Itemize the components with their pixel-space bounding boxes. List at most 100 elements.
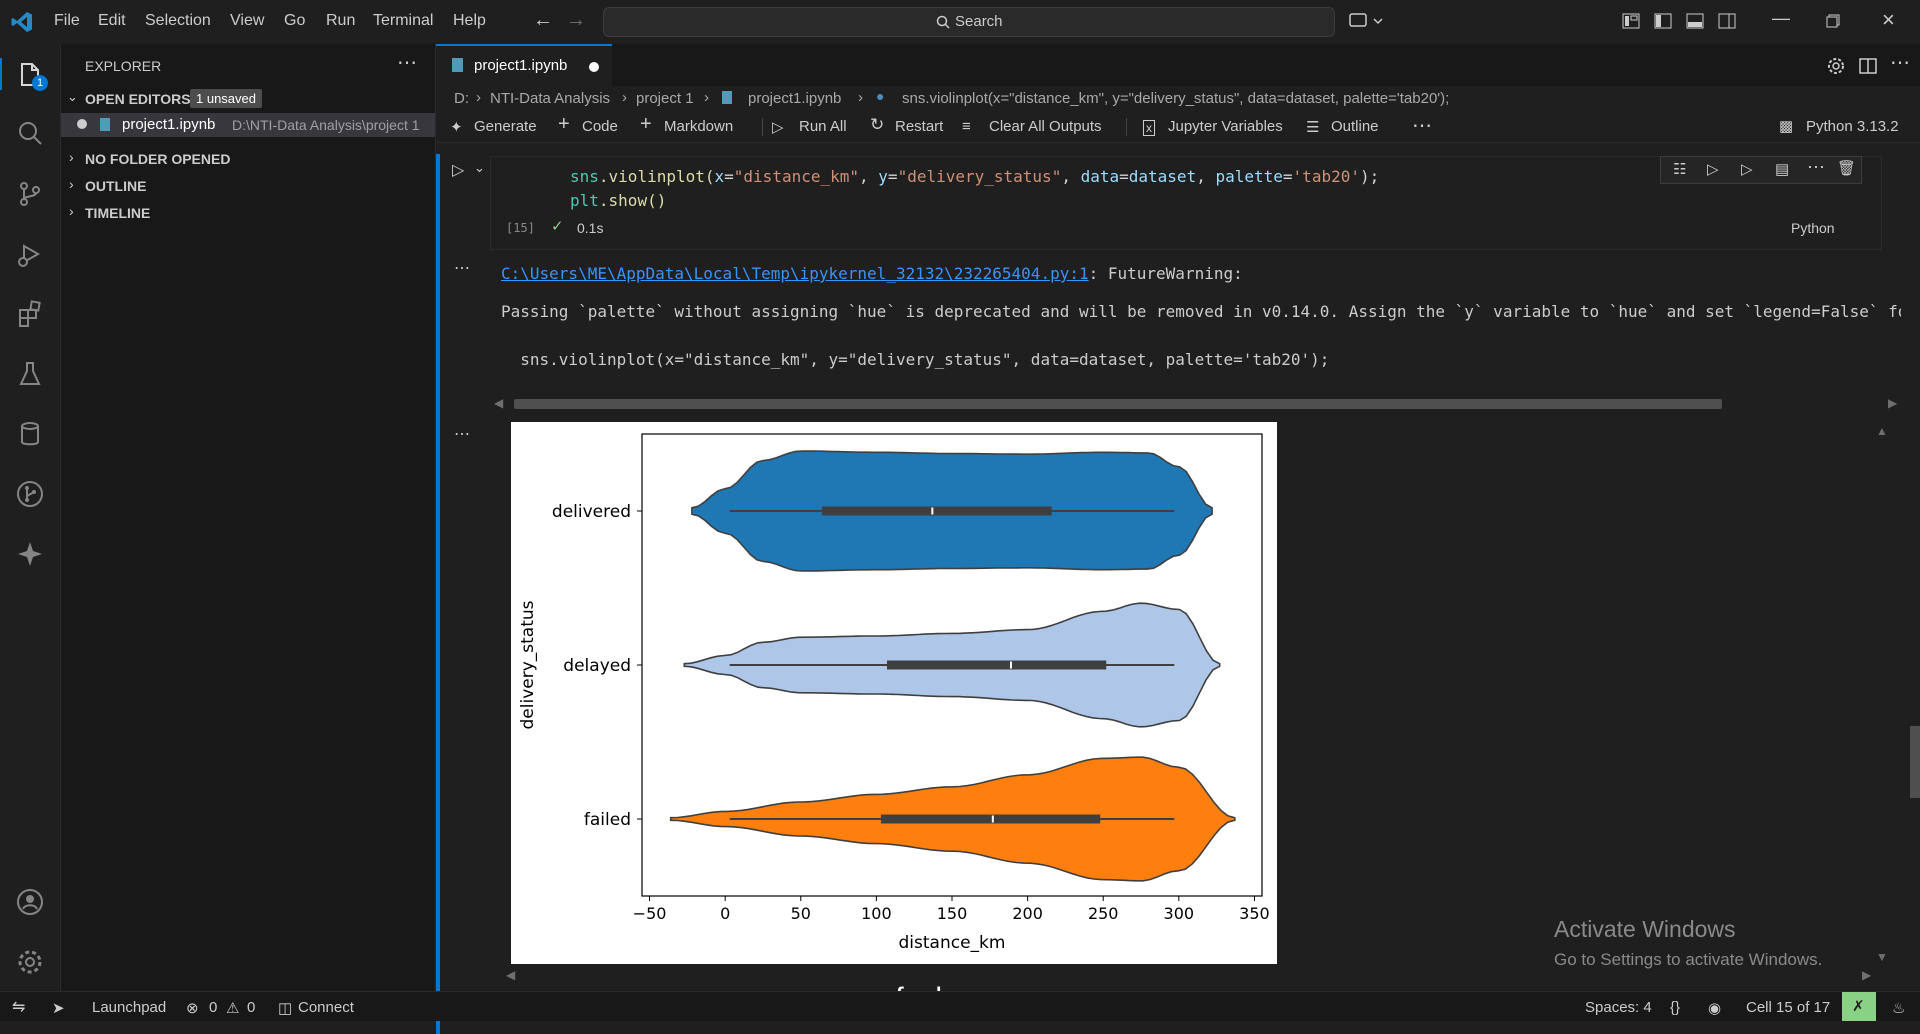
cell-language[interactable]: Python [1791,220,1835,236]
output-more-icon[interactable]: ⋯ [454,258,470,278]
breadcrumb-separator-icon: › [704,89,709,106]
menu-view[interactable]: View [230,12,264,30]
open-editor-filename: project1.ipynb [122,116,216,133]
jupyter-variables-button[interactable]: Jupyter Variables [1168,118,1283,135]
command-search-box[interactable]: Search [603,7,1335,37]
run-all-button[interactable]: Run All [799,118,847,135]
remote-icon[interactable]: ⇋ [12,997,25,1017]
add-markdown-button[interactable]: Markdown [664,118,733,135]
token-param: data [1080,167,1120,186]
menu-go[interactable]: Go [284,12,305,30]
menu-terminal[interactable]: Terminal [373,12,433,30]
menu-help[interactable]: Help [453,12,486,30]
open-editors-header[interactable]: ⌄ OPEN EDITORS 1 unsaved [61,88,435,110]
copilot-status-icon[interactable]: ◉ [1708,999,1721,1017]
token-string: "delivery_status" [897,167,1062,186]
delete-cell-icon[interactable]: 🗑 [1837,159,1856,177]
timeline-header[interactable]: › TIMELINE [61,202,435,224]
open-editor-item[interactable]: project1.ipynb D:\NTI-Data Analysis\proj… [61,113,435,137]
toggle-panel-icon[interactable] [1686,12,1704,30]
git-graph-icon[interactable] [14,478,46,510]
clear-all-outputs-button[interactable]: Clear All Outputs [989,118,1102,135]
breadcrumb-folder[interactable]: NTI-Data Analysis [490,90,610,107]
run-debug-icon[interactable] [14,238,46,270]
tab-project1[interactable]: project1.ipynb [436,44,612,86]
scroll-down-icon[interactable]: ▼ [1876,950,1888,964]
scroll-left-icon[interactable]: ◀ [494,396,503,410]
warning-count[interactable]: 0 [247,999,255,1016]
generate-button[interactable]: Generate [474,118,537,135]
close-window-icon[interactable]: × [1882,7,1895,33]
search-view-icon[interactable] [14,118,46,150]
scroll-up-icon[interactable]: ▲ [1876,424,1888,438]
menu-selection[interactable]: Selection [145,12,211,30]
run-cell-icon[interactable]: ▷ [452,160,464,180]
outline-button[interactable]: Outline [1331,118,1379,135]
menu-run[interactable]: Run [326,12,355,30]
no-folder-header[interactable]: › NO FOLDER OPENED [61,148,435,170]
cell-more-icon[interactable]: ⋯ [1807,157,1825,178]
vscode-logo-icon[interactable] [10,10,34,34]
toggle-sidebar-icon[interactable] [1654,12,1672,30]
active-indicator [0,58,2,90]
cell-position[interactable]: Cell 15 of 17 [1746,999,1830,1016]
notifications-bell-icon[interactable]: ♨ [1892,999,1905,1017]
execute-above-icon[interactable]: ▷ [1707,160,1719,178]
breadcrumb-symbol[interactable]: sns.violinplot(x="distance_km", y="deliv… [902,90,1449,107]
minimize-icon[interactable]: — [1772,8,1790,29]
warning-icon: ⚠ [226,1000,240,1017]
feature-status-badge[interactable]: ✗ [1842,992,1876,1021]
outline-header[interactable]: › OUTLINE [61,175,435,197]
restart-button[interactable]: Restart [895,118,943,135]
scroll-left-icon[interactable]: ◀ [506,968,515,982]
breadcrumb-project[interactable]: project 1 [636,90,694,107]
extensions-icon[interactable] [14,298,46,330]
sparkle-ai-icon[interactable] [14,538,46,570]
editor-more-icon[interactable]: ⋯ [1890,50,1910,75]
check-icon: ✓ [551,218,564,235]
forward-arrow-icon[interactable]: → [566,9,586,32]
output-more-icon[interactable]: ⋯ [454,424,470,444]
connect-button[interactable]: Connect [298,999,354,1016]
unsaved-dot-icon[interactable] [589,62,599,72]
scroll-right-icon[interactable]: ▶ [1862,968,1871,982]
error-count[interactable]: 0 [209,999,217,1016]
horizontal-scrollbar[interactable] [514,399,1722,409]
launchpad-rocket-icon: ➤ [52,1000,65,1017]
copilot-icon[interactable] [1348,11,1386,31]
breadcrumb-drive[interactable]: D: [454,90,469,107]
source-control-icon[interactable] [14,178,46,210]
settings-gear-icon[interactable] [1826,56,1846,76]
split-editor-icon[interactable] [1858,56,1878,76]
menu-file[interactable]: File [54,12,80,30]
warning-line: C:\Users\ME\AppData\Local\Temp\ipykernel… [501,264,1243,283]
restore-icon[interactable] [1826,14,1840,28]
manage-gear-icon[interactable] [14,946,46,978]
kernel-picker[interactable]: Python 3.13.2 [1806,118,1899,135]
testing-flask-icon[interactable] [14,358,46,390]
database-icon[interactable] [14,418,46,450]
language-braces[interactable]: {} [1670,999,1680,1016]
vertical-scrollbar[interactable] [1910,726,1920,798]
indentation-status[interactable]: Spaces: 4 [1585,999,1652,1016]
run-options-chevron-icon[interactable]: ⌄ [474,160,485,176]
run-by-line-icon[interactable]: ☷ [1673,160,1686,178]
add-code-button[interactable]: Code [582,118,618,135]
token-function: .violinplot( [598,167,715,186]
explorer-more-icon[interactable]: ⋯ [397,50,417,75]
split-cell-icon[interactable]: ▤ [1775,160,1789,178]
breadcrumb-file[interactable]: project1.ipynb [748,90,841,107]
back-arrow-icon[interactable]: ← [533,9,553,32]
unsaved-dot-icon[interactable] [77,119,87,129]
toggle-secondary-sidebar-icon[interactable] [1718,12,1736,30]
warning-file-link[interactable]: C:\Users\ME\AppData\Local\Temp\ipykernel… [501,264,1089,283]
layout-customize-icon[interactable] [1622,12,1640,30]
execute-below-icon[interactable]: ▷ [1741,160,1753,178]
code-line-2[interactable]: plt.show() [570,191,666,210]
toolbar-more-icon[interactable]: ⋯ [1412,113,1432,138]
account-icon[interactable] [14,886,46,918]
scroll-right-icon[interactable]: ▶ [1888,396,1897,410]
code-line-1[interactable]: sns.violinplot(x="distance_km", y="deliv… [570,167,1379,186]
menu-edit[interactable]: Edit [98,12,126,30]
launchpad-button[interactable]: Launchpad [92,999,166,1016]
